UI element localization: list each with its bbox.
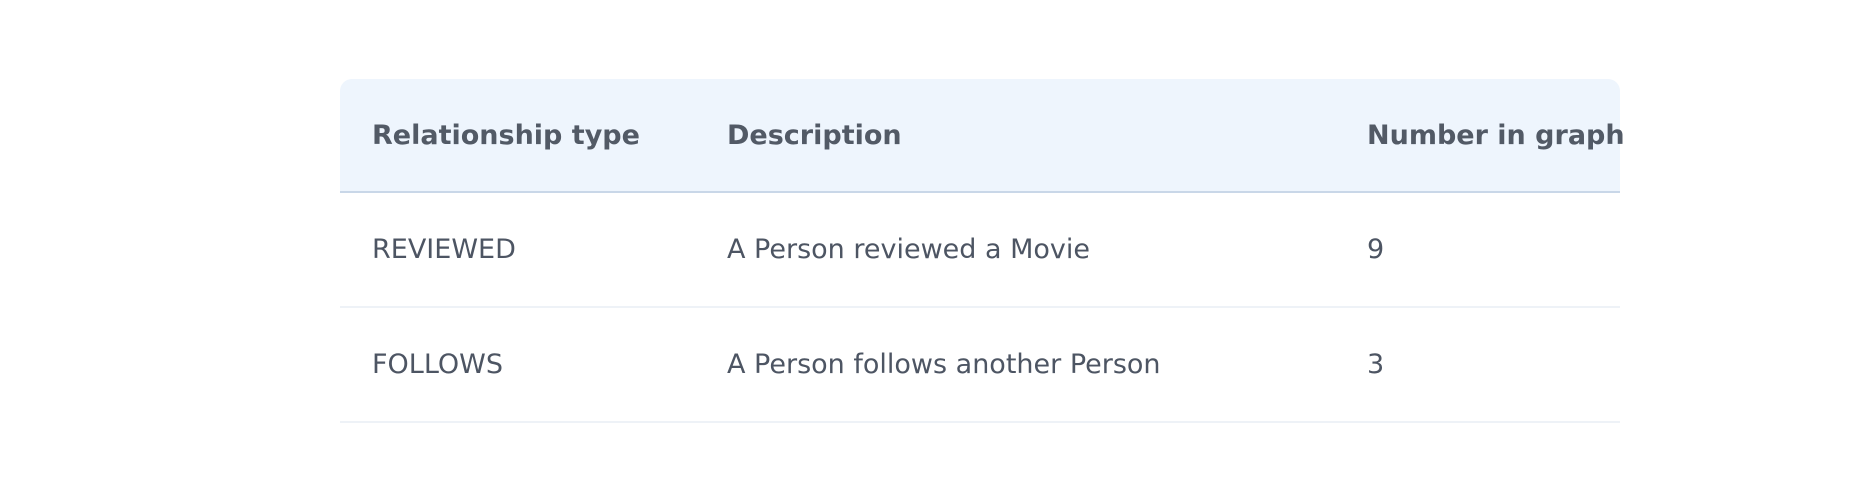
cell-number-in-graph: 3 xyxy=(1335,307,1620,423)
cell-number-in-graph: 9 xyxy=(1335,192,1620,308)
table-row: REVIEWED A Person reviewed a Movie 9 xyxy=(340,192,1620,308)
table-header-row: Relationship type Description Number in … xyxy=(340,79,1625,193)
cell-relationship-type: REVIEWED xyxy=(340,192,695,308)
column-header-relationship-type: Relationship type xyxy=(340,79,695,193)
relationship-table-container: Relationship type Description Number in … xyxy=(340,79,1625,423)
relationship-table: Relationship type Description Number in … xyxy=(340,79,1625,423)
column-header-number-in-graph: Number in graph xyxy=(1335,79,1625,193)
table-body: REVIEWED A Person reviewed a Movie 9 FOL… xyxy=(340,192,1620,423)
table-header: Relationship type Description Number in … xyxy=(340,79,1625,193)
cell-relationship-type: FOLLOWS xyxy=(340,307,695,423)
table-row: FOLLOWS A Person follows another Person … xyxy=(340,307,1620,423)
column-header-description: Description xyxy=(695,79,1335,193)
cell-description: A Person follows another Person xyxy=(695,307,1335,423)
cell-description: A Person reviewed a Movie xyxy=(695,192,1335,308)
